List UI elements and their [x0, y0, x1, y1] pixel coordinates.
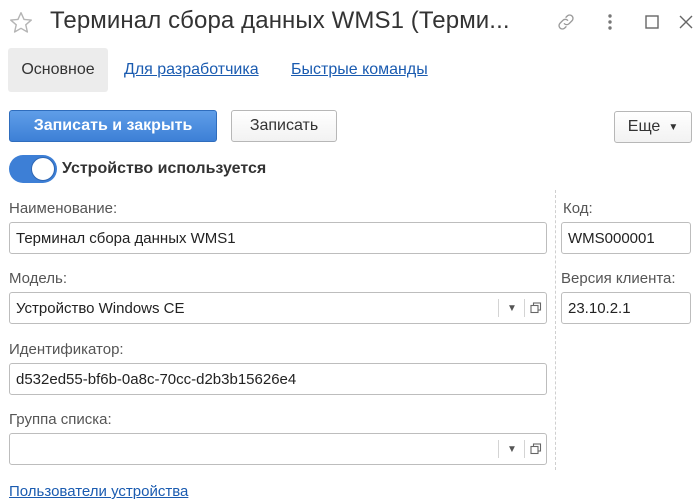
name-label: Наименование: — [9, 200, 118, 217]
link-icon[interactable] — [554, 10, 578, 34]
open-form-icon[interactable] — [524, 293, 546, 323]
client-version-field[interactable]: 23.10.2.1 — [561, 292, 691, 324]
more-vertical-icon[interactable] — [598, 10, 622, 34]
model-value: Устройство Windows CE — [16, 299, 185, 317]
open-form-icon[interactable] — [524, 434, 546, 464]
maximize-icon[interactable] — [640, 10, 664, 34]
group-select[interactable]: ▼ — [9, 433, 547, 465]
star-icon[interactable] — [8, 10, 34, 36]
identifier-field[interactable]: d532ed55-bf6b-0a8c-70cc-d2b3b15626e4 — [9, 363, 547, 395]
identifier-label: Идентификатор: — [9, 341, 124, 358]
chevron-down-icon[interactable]: ▼ — [500, 434, 524, 464]
code-label: Код: — [563, 200, 593, 217]
device-in-use-label: Устройство используется — [62, 160, 267, 177]
window-title: Терминал сбора данных WMS1 (Терми... — [50, 7, 510, 34]
chevron-down-icon[interactable]: ▼ — [500, 293, 524, 323]
model-select[interactable]: Устройство Windows CE ▼ — [9, 292, 547, 324]
tab-quick-commands[interactable]: Быстрые команды — [291, 61, 428, 79]
code-field[interactable]: WMS000001 — [561, 222, 691, 254]
device-users-link[interactable]: Пользователи устройства — [9, 483, 188, 500]
client-version-label: Версия клиента: — [561, 270, 676, 287]
tab-main[interactable]: Основное — [8, 48, 108, 92]
more-button-label: Еще — [627, 118, 661, 135]
device-in-use-toggle[interactable] — [9, 155, 57, 183]
chevron-down-icon: ▼ — [668, 121, 679, 133]
tab-developer[interactable]: Для разработчика — [124, 61, 259, 79]
name-field[interactable]: Терминал сбора данных WMS1 — [9, 222, 547, 254]
save-and-close-button[interactable]: Записать и закрыть — [9, 110, 217, 142]
group-label: Группа списка: — [9, 411, 112, 428]
column-divider — [555, 190, 556, 470]
model-label: Модель: — [9, 270, 68, 287]
more-button[interactable]: Еще ▼ — [614, 111, 692, 143]
save-button[interactable]: Записать — [231, 110, 337, 142]
close-icon[interactable] — [674, 10, 698, 34]
